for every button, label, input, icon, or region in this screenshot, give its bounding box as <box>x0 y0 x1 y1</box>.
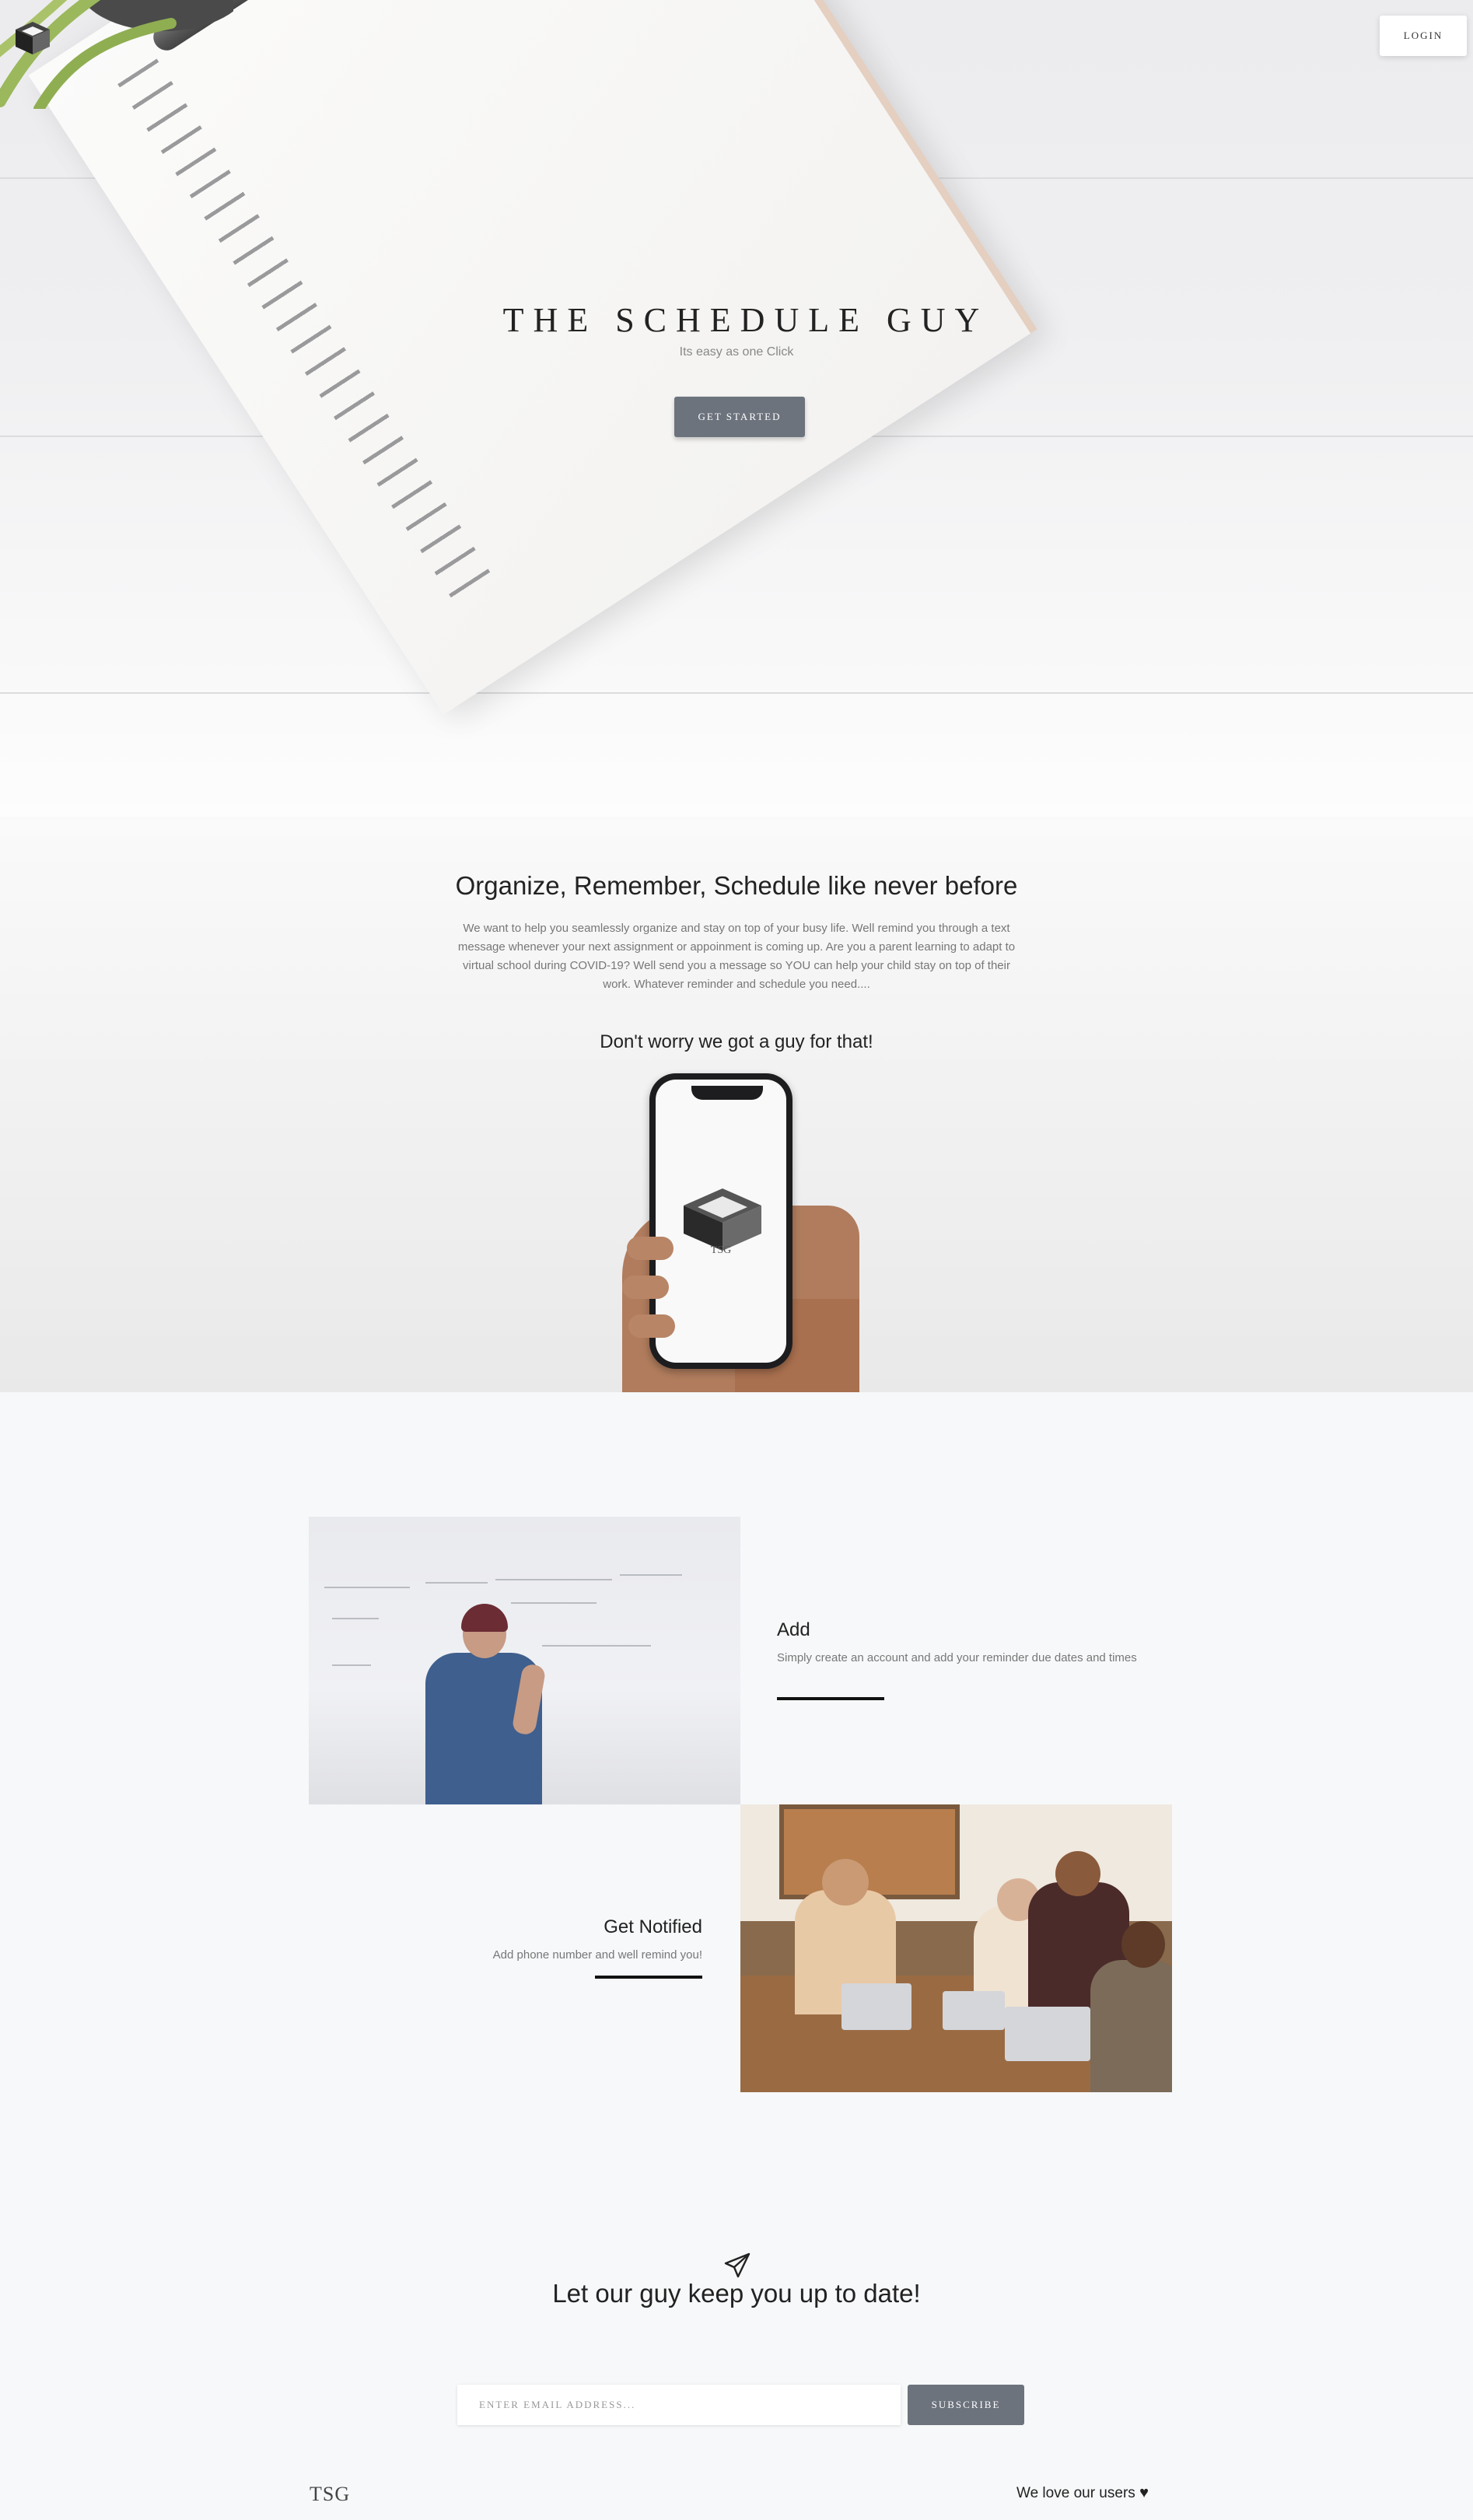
tsg-logo-icon <box>684 1188 761 1251</box>
laptop-image <box>1005 2007 1090 2061</box>
phone-screen: TSG <box>656 1080 786 1363</box>
newsletter-title: Let our guy keep you up to date! <box>552 2279 921 2308</box>
logo-icon[interactable] <box>12 19 53 56</box>
scribble <box>332 1618 379 1619</box>
scribble <box>542 1645 651 1647</box>
hero-subtitle: Its easy as one Click <box>679 345 794 359</box>
footer-love-label: We love our users <box>1016 2485 1135 2501</box>
scribble <box>511 1602 597 1604</box>
scribble <box>495 1579 612 1580</box>
cork-board <box>779 1804 960 1899</box>
intro-section: Organize, Remember, Schedule like never … <box>0 817 1473 1392</box>
phone-brand-text: TSG <box>710 1244 732 1256</box>
feature-add-underline <box>777 1697 884 1700</box>
laptop-image <box>943 1991 1005 2030</box>
whiteboard-image <box>309 1517 740 1804</box>
scribble <box>324 1587 410 1588</box>
heart-icon: ♥ <box>1139 2484 1149 2501</box>
intro-tagline: Don't worry we got a guy for that! <box>600 1031 873 1052</box>
email-input[interactable] <box>457 2385 901 2425</box>
person-head <box>1121 1921 1165 1968</box>
feature-add-text: Simply create an account and add your re… <box>777 1651 1137 1664</box>
person-figure <box>1090 1960 1172 2092</box>
feature-notified-text: Add phone number and well remind you! <box>492 1948 702 1962</box>
hero-section: LOGIN THE SCHEDULE GUY Its easy as one C… <box>0 0 1473 817</box>
person-head <box>822 1859 869 1906</box>
person-head <box>1055 1851 1100 1896</box>
feature-notified-underline <box>595 1976 702 1979</box>
feature-add-title: Add <box>777 1619 810 1640</box>
wood-plank-line <box>0 692 1473 694</box>
footer-logo[interactable]: TSG <box>310 2483 350 2506</box>
intro-text: We want to help you seamlessly organize … <box>457 922 1016 991</box>
scribble <box>620 1574 682 1576</box>
scribble <box>332 1664 371 1666</box>
finger-image <box>628 1314 675 1338</box>
phone-notch <box>691 1086 763 1100</box>
finger-image <box>627 1237 674 1260</box>
scribble <box>425 1582 488 1584</box>
subscribe-button[interactable]: SUBSCRIBE <box>908 2385 1024 2425</box>
finger-image <box>622 1276 669 1299</box>
intro-title: Organize, Remember, Schedule like never … <box>455 871 1018 900</box>
laptop-image <box>841 1983 911 2030</box>
footer-love-text: We love our users ♥ <box>1016 2484 1149 2502</box>
paper-plane-icon <box>724 2252 750 2278</box>
hero-title: THE SCHEDULE GUY <box>502 301 989 339</box>
team-meeting-image <box>740 1804 1172 2092</box>
get-started-button[interactable]: GET STARTED <box>674 397 805 437</box>
login-button[interactable]: LOGIN <box>1380 16 1467 56</box>
person-cap <box>461 1604 508 1632</box>
feature-notified-title: Get Notified <box>604 1916 702 1937</box>
